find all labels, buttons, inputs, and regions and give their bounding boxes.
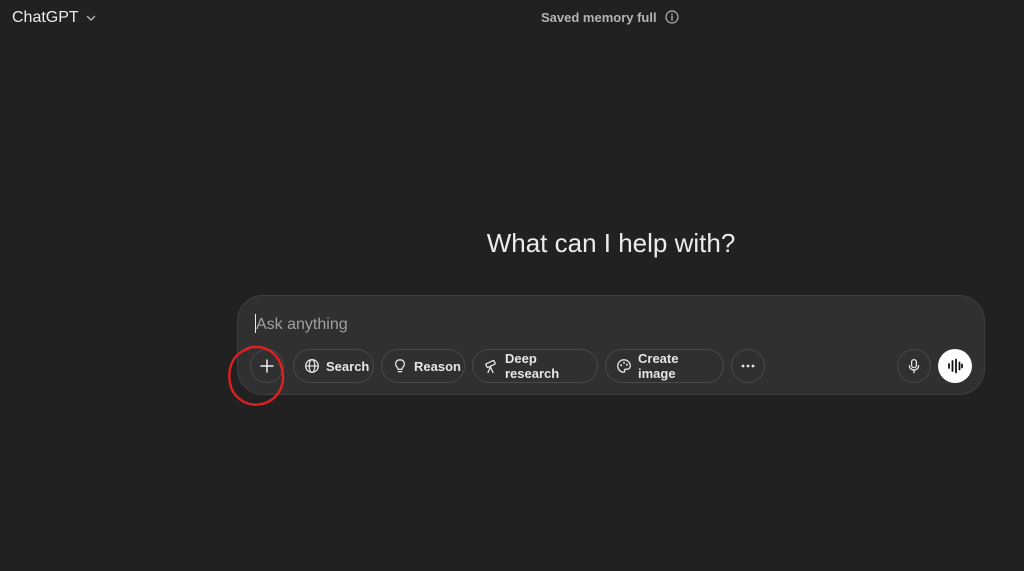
memory-status-label: Saved memory full [541,9,657,25]
info-icon[interactable] [665,10,679,24]
plus-icon [260,359,274,373]
model-switcher[interactable]: ChatGPT [12,6,97,30]
lightbulb-icon [394,359,406,373]
create-image-tool-label: Create image [638,351,679,381]
search-tool-button[interactable]: Search [293,349,374,383]
more-horizontal-icon [741,364,755,368]
top-bar: ChatGPT Saved memory full [0,0,1024,36]
create-image-tool-button[interactable]: Create image [605,349,724,383]
more-tools-button[interactable] [731,349,765,383]
reason-tool-label: Reason [414,358,461,374]
page-heading: What can I help with? [486,228,736,258]
reason-tool-button[interactable]: Reason [381,349,465,383]
add-attachment-button[interactable] [250,349,284,383]
text-caret [255,314,256,333]
deep-research-tool-label: Deep research [505,351,560,381]
memory-status[interactable]: Saved memory full [541,8,679,26]
voice-mode-button[interactable] [938,349,972,383]
dictate-button[interactable] [897,349,931,383]
chevron-down-icon [86,15,95,21]
microphone-icon [908,358,920,374]
search-tool-label: Search [326,358,370,374]
deep-research-tool-button[interactable]: Deep research [472,349,598,383]
waveform-icon [948,358,963,374]
globe-icon [305,359,319,373]
composer: Search Reason Deep research Create image [237,295,985,395]
prompt-input[interactable] [254,312,958,338]
model-name: ChatGPT [12,9,79,26]
palette-icon [617,359,631,373]
telescope-icon [485,359,496,374]
